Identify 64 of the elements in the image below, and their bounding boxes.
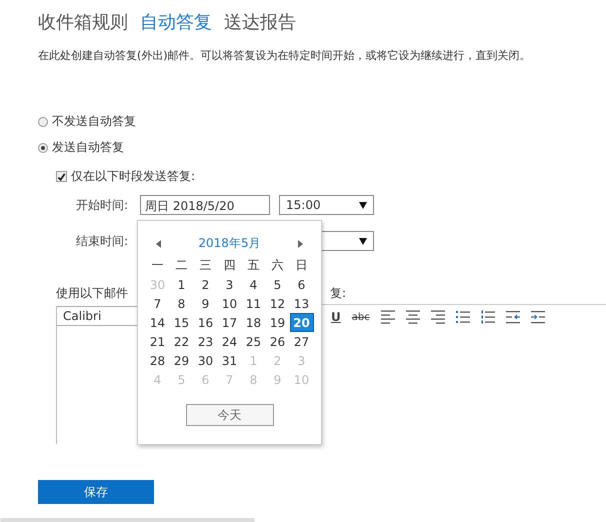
radio-label: 发送自动答复	[52, 139, 124, 156]
checkbox-label: 仅在以下时段发送答复:	[71, 168, 196, 185]
calendar-day[interactable]: 31	[218, 351, 242, 370]
indent-icon[interactable]	[530, 310, 545, 324]
align-left-icon[interactable]	[380, 310, 395, 324]
calendar-day[interactable]: 6	[290, 275, 314, 294]
editor-label: 使用以下邮件	[56, 285, 128, 302]
calendar-day[interactable]: 3	[218, 275, 242, 294]
weekday-label: 六	[270, 257, 284, 274]
field-label: 结束时间:	[76, 232, 130, 250]
calendar-day[interactable]: 27	[290, 332, 314, 351]
calendar-day[interactable]: 16	[194, 313, 218, 332]
calendar-day[interactable]: 20	[290, 313, 314, 332]
calendar-day[interactable]: 22	[170, 332, 194, 351]
calendar-day[interactable]: 4	[242, 275, 266, 294]
today-button[interactable]: 今天	[186, 404, 274, 426]
calendar-day[interactable]: 15	[170, 313, 194, 332]
date-field[interactable]: 周日 2018/5/20	[140, 195, 270, 215]
calendar-day[interactable]: 28	[146, 351, 170, 370]
previous-month-icon[interactable]	[156, 240, 161, 248]
underline-button[interactable]: U	[331, 310, 341, 324]
calendar-day[interactable]: 26	[266, 332, 290, 351]
weekday-label: 二	[174, 257, 188, 274]
radio-label: 不发送自动答复	[52, 113, 136, 130]
calendar-day[interactable]: 19	[266, 313, 290, 332]
month-title: 2018年5月	[198, 235, 261, 252]
outdent-icon[interactable]	[506, 310, 520, 324]
editor-label: 复:	[330, 285, 346, 302]
align-center-icon[interactable]	[406, 310, 420, 324]
weekday-label: 三	[198, 257, 212, 274]
strikethrough-button[interactable]: abc	[352, 312, 370, 322]
checkbox[interactable]	[56, 171, 67, 182]
calendar-day[interactable]: 24	[218, 332, 242, 351]
calendar-day[interactable]: 1	[170, 275, 194, 294]
radio-button[interactable]	[38, 116, 48, 126]
calendar-day[interactable]: 2	[194, 275, 218, 294]
calendar-day[interactable]: 18	[242, 313, 266, 332]
weekday-label: 四	[222, 257, 236, 274]
caret-icon	[359, 238, 367, 244]
calendar-day[interactable]: 5	[266, 275, 290, 294]
weekday-label: 一	[150, 257, 164, 274]
weekday-label: 日	[294, 257, 308, 274]
tab[interactable]: 自动答复	[140, 10, 212, 34]
calendar-day[interactable]: 30	[194, 351, 218, 370]
next-month-icon[interactable]	[298, 240, 303, 248]
calendar-day[interactable]: 29	[170, 351, 194, 370]
tab[interactable]: 收件箱规则	[38, 10, 128, 34]
calendar-day[interactable]: 14	[146, 313, 170, 332]
field-label: 开始时间:	[76, 196, 130, 214]
calendar-day[interactable]: 25	[242, 332, 266, 351]
description-text: 在此处创建自动答复(外出)邮件。可以将答复设为在特定时间开始，或将它设为继续进行，直到关闭。	[38, 48, 532, 63]
calendar-day[interactable]: 23	[194, 332, 218, 351]
save-button[interactable]: 保存	[38, 480, 154, 504]
scrollbar[interactable]	[0, 518, 255, 522]
calendar-day[interactable]: 21	[146, 332, 170, 351]
calendar-day[interactable]: 17	[218, 313, 242, 332]
bullet-list-icon[interactable]	[456, 310, 470, 324]
radio-button[interactable]	[38, 142, 48, 152]
caret-icon	[359, 202, 367, 208]
weekday-label: 五	[246, 257, 260, 274]
align-right-icon[interactable]	[430, 310, 445, 324]
numbered-list-icon[interactable]	[480, 310, 495, 324]
time-dropdown[interactable]: 15:00	[279, 195, 374, 215]
tab[interactable]: 送达报告	[224, 10, 296, 34]
